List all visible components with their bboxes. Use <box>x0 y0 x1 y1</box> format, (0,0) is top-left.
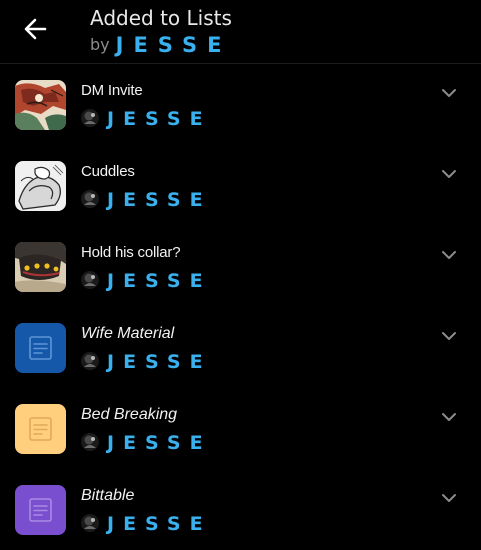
list-owner: JESSE <box>81 513 212 535</box>
owner-name: JESSE <box>107 513 212 535</box>
list-title: Hold his collar? <box>81 244 181 261</box>
chevron-down-icon[interactable] <box>440 489 458 507</box>
owner-avatar-icon <box>81 190 99 208</box>
list-item[interactable]: Wife Material JESSE <box>0 307 481 388</box>
owner-avatar-icon <box>81 109 99 127</box>
list-item[interactable]: Bed Breaking JESSE <box>0 388 481 469</box>
list-item[interactable]: Bittable JESSE <box>0 469 481 550</box>
back-arrow-icon[interactable] <box>20 14 50 44</box>
owner-name: JESSE <box>107 432 212 454</box>
list-thumbnail <box>15 404 66 454</box>
list-title: Cuddles <box>81 163 135 180</box>
list-title: Bed Breaking <box>81 406 178 423</box>
list-owner: JESSE <box>81 351 212 373</box>
chevron-down-icon[interactable] <box>440 84 458 102</box>
author-name[interactable]: JESSE <box>116 33 232 57</box>
list-owner: JESSE <box>81 432 212 454</box>
by-label: by <box>90 35 110 54</box>
list-item[interactable]: Hold his collar? JESSE <box>0 226 481 307</box>
page-title: Added to Lists <box>90 6 232 30</box>
owner-avatar-icon <box>81 271 99 289</box>
list-thumbnail <box>15 242 66 292</box>
list-item[interactable]: Cuddles JESSE <box>0 145 481 226</box>
chevron-down-icon[interactable] <box>440 327 458 345</box>
owner-name: JESSE <box>107 270 212 292</box>
document-icon <box>15 485 66 535</box>
list-item[interactable]: DM Invite JESSE <box>0 64 481 145</box>
document-icon <box>15 404 66 454</box>
chevron-down-icon[interactable] <box>440 165 458 183</box>
owner-avatar-icon <box>81 352 99 370</box>
chevron-down-icon[interactable] <box>440 408 458 426</box>
lists-container: DM Invite JESSE Cuddles JESSE Hold his c… <box>0 64 481 550</box>
owner-avatar-icon <box>81 514 99 532</box>
list-owner: JESSE <box>81 189 212 211</box>
list-owner: JESSE <box>81 270 212 292</box>
chevron-down-icon[interactable] <box>440 246 458 264</box>
owner-avatar-icon <box>81 433 99 451</box>
list-title: DM Invite <box>81 82 143 99</box>
list-thumbnail <box>15 323 66 373</box>
page-byline: by JESSE <box>90 33 231 57</box>
owner-name: JESSE <box>107 189 212 211</box>
list-thumbnail <box>15 80 66 130</box>
list-owner: JESSE <box>81 108 212 130</box>
list-title: Wife Material <box>81 325 175 342</box>
owner-name: JESSE <box>107 351 212 373</box>
document-icon <box>15 323 66 373</box>
top-bar: Added to Lists by JESSE <box>0 0 481 64</box>
list-thumbnail <box>15 161 66 211</box>
list-title: Bittable <box>81 487 135 504</box>
list-thumbnail <box>15 485 66 535</box>
owner-name: JESSE <box>107 108 212 130</box>
